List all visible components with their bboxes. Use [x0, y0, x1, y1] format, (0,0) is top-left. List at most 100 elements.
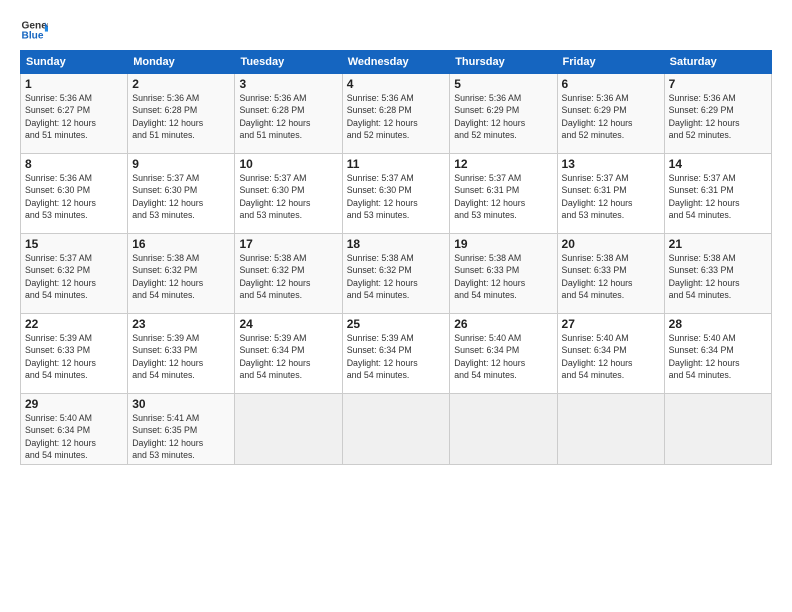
calendar-header-tuesday: Tuesday [235, 51, 342, 74]
calendar-cell: 17Sunrise: 5:38 AMSunset: 6:32 PMDayligh… [235, 234, 342, 314]
day-info: Sunrise: 5:38 AMSunset: 6:32 PMDaylight:… [239, 252, 337, 301]
day-info: Sunrise: 5:37 AMSunset: 6:30 PMDaylight:… [132, 172, 230, 221]
calendar-cell: 19Sunrise: 5:38 AMSunset: 6:33 PMDayligh… [450, 234, 557, 314]
day-info: Sunrise: 5:38 AMSunset: 6:32 PMDaylight:… [132, 252, 230, 301]
calendar-cell: 10Sunrise: 5:37 AMSunset: 6:30 PMDayligh… [235, 154, 342, 234]
calendar-cell: 5Sunrise: 5:36 AMSunset: 6:29 PMDaylight… [450, 74, 557, 154]
calendar-header-thursday: Thursday [450, 51, 557, 74]
page: General Blue SundayMondayTuesdayWednesda… [0, 0, 792, 612]
day-number: 12 [454, 157, 552, 171]
calendar-cell: 23Sunrise: 5:39 AMSunset: 6:33 PMDayligh… [128, 314, 235, 394]
day-number: 16 [132, 237, 230, 251]
day-info: Sunrise: 5:40 AMSunset: 6:34 PMDaylight:… [25, 412, 123, 461]
day-info: Sunrise: 5:40 AMSunset: 6:34 PMDaylight:… [562, 332, 660, 381]
day-number: 14 [669, 157, 767, 171]
calendar-cell: 2Sunrise: 5:36 AMSunset: 6:28 PMDaylight… [128, 74, 235, 154]
calendar-week-row: 8Sunrise: 5:36 AMSunset: 6:30 PMDaylight… [21, 154, 772, 234]
calendar-cell: 1Sunrise: 5:36 AMSunset: 6:27 PMDaylight… [21, 74, 128, 154]
calendar-cell: 4Sunrise: 5:36 AMSunset: 6:28 PMDaylight… [342, 74, 450, 154]
day-number: 29 [25, 397, 123, 411]
day-info: Sunrise: 5:36 AMSunset: 6:28 PMDaylight:… [239, 92, 337, 141]
day-number: 20 [562, 237, 660, 251]
day-info: Sunrise: 5:39 AMSunset: 6:33 PMDaylight:… [25, 332, 123, 381]
day-number: 27 [562, 317, 660, 331]
day-number: 15 [25, 237, 123, 251]
day-info: Sunrise: 5:38 AMSunset: 6:33 PMDaylight:… [669, 252, 767, 301]
calendar-week-row: 15Sunrise: 5:37 AMSunset: 6:32 PMDayligh… [21, 234, 772, 314]
day-number: 3 [239, 77, 337, 91]
calendar-cell: 14Sunrise: 5:37 AMSunset: 6:31 PMDayligh… [664, 154, 771, 234]
day-info: Sunrise: 5:37 AMSunset: 6:31 PMDaylight:… [562, 172, 660, 221]
day-number: 1 [25, 77, 123, 91]
calendar-cell: 11Sunrise: 5:37 AMSunset: 6:30 PMDayligh… [342, 154, 450, 234]
calendar-cell: 30Sunrise: 5:41 AMSunset: 6:35 PMDayligh… [128, 394, 235, 465]
calendar-cell [664, 394, 771, 465]
day-number: 6 [562, 77, 660, 91]
day-info: Sunrise: 5:36 AMSunset: 6:30 PMDaylight:… [25, 172, 123, 221]
day-info: Sunrise: 5:36 AMSunset: 6:29 PMDaylight:… [669, 92, 767, 141]
day-info: Sunrise: 5:39 AMSunset: 6:33 PMDaylight:… [132, 332, 230, 381]
calendar-week-row: 1Sunrise: 5:36 AMSunset: 6:27 PMDaylight… [21, 74, 772, 154]
calendar-cell: 25Sunrise: 5:39 AMSunset: 6:34 PMDayligh… [342, 314, 450, 394]
day-info: Sunrise: 5:36 AMSunset: 6:29 PMDaylight:… [454, 92, 552, 141]
day-number: 25 [347, 317, 446, 331]
calendar-header-wednesday: Wednesday [342, 51, 450, 74]
day-number: 18 [347, 237, 446, 251]
calendar-cell: 12Sunrise: 5:37 AMSunset: 6:31 PMDayligh… [450, 154, 557, 234]
calendar-cell: 18Sunrise: 5:38 AMSunset: 6:32 PMDayligh… [342, 234, 450, 314]
day-number: 19 [454, 237, 552, 251]
header: General Blue [20, 16, 772, 44]
calendar-cell: 15Sunrise: 5:37 AMSunset: 6:32 PMDayligh… [21, 234, 128, 314]
day-info: Sunrise: 5:41 AMSunset: 6:35 PMDaylight:… [132, 412, 230, 461]
calendar-header-saturday: Saturday [664, 51, 771, 74]
calendar-cell: 22Sunrise: 5:39 AMSunset: 6:33 PMDayligh… [21, 314, 128, 394]
logo-icon: General Blue [20, 16, 48, 44]
day-number: 4 [347, 77, 446, 91]
day-number: 5 [454, 77, 552, 91]
calendar-cell: 13Sunrise: 5:37 AMSunset: 6:31 PMDayligh… [557, 154, 664, 234]
day-info: Sunrise: 5:38 AMSunset: 6:33 PMDaylight:… [562, 252, 660, 301]
calendar-cell [450, 394, 557, 465]
day-info: Sunrise: 5:40 AMSunset: 6:34 PMDaylight:… [454, 332, 552, 381]
calendar-cell: 27Sunrise: 5:40 AMSunset: 6:34 PMDayligh… [557, 314, 664, 394]
day-info: Sunrise: 5:37 AMSunset: 6:32 PMDaylight:… [25, 252, 123, 301]
day-number: 22 [25, 317, 123, 331]
calendar-header-sunday: Sunday [21, 51, 128, 74]
day-number: 8 [25, 157, 123, 171]
calendar-cell: 20Sunrise: 5:38 AMSunset: 6:33 PMDayligh… [557, 234, 664, 314]
day-info: Sunrise: 5:37 AMSunset: 6:30 PMDaylight:… [347, 172, 446, 221]
day-number: 11 [347, 157, 446, 171]
day-number: 7 [669, 77, 767, 91]
calendar-cell [342, 394, 450, 465]
calendar-cell: 6Sunrise: 5:36 AMSunset: 6:29 PMDaylight… [557, 74, 664, 154]
day-number: 21 [669, 237, 767, 251]
svg-text:Blue: Blue [22, 31, 44, 42]
day-number: 9 [132, 157, 230, 171]
day-info: Sunrise: 5:37 AMSunset: 6:30 PMDaylight:… [239, 172, 337, 221]
calendar-cell: 16Sunrise: 5:38 AMSunset: 6:32 PMDayligh… [128, 234, 235, 314]
day-number: 10 [239, 157, 337, 171]
calendar-header-monday: Monday [128, 51, 235, 74]
day-number: 23 [132, 317, 230, 331]
calendar-cell: 7Sunrise: 5:36 AMSunset: 6:29 PMDaylight… [664, 74, 771, 154]
calendar-week-row: 29Sunrise: 5:40 AMSunset: 6:34 PMDayligh… [21, 394, 772, 465]
calendar-cell: 24Sunrise: 5:39 AMSunset: 6:34 PMDayligh… [235, 314, 342, 394]
calendar-table: SundayMondayTuesdayWednesdayThursdayFrid… [20, 50, 772, 465]
calendar-cell: 21Sunrise: 5:38 AMSunset: 6:33 PMDayligh… [664, 234, 771, 314]
day-number: 24 [239, 317, 337, 331]
calendar-cell [235, 394, 342, 465]
calendar-header-row: SundayMondayTuesdayWednesdayThursdayFrid… [21, 51, 772, 74]
calendar-cell: 8Sunrise: 5:36 AMSunset: 6:30 PMDaylight… [21, 154, 128, 234]
day-info: Sunrise: 5:36 AMSunset: 6:28 PMDaylight:… [132, 92, 230, 141]
day-info: Sunrise: 5:36 AMSunset: 6:29 PMDaylight:… [562, 92, 660, 141]
day-info: Sunrise: 5:37 AMSunset: 6:31 PMDaylight:… [669, 172, 767, 221]
day-info: Sunrise: 5:40 AMSunset: 6:34 PMDaylight:… [669, 332, 767, 381]
calendar-week-row: 22Sunrise: 5:39 AMSunset: 6:33 PMDayligh… [21, 314, 772, 394]
day-info: Sunrise: 5:39 AMSunset: 6:34 PMDaylight:… [347, 332, 446, 381]
day-number: 17 [239, 237, 337, 251]
calendar-cell: 28Sunrise: 5:40 AMSunset: 6:34 PMDayligh… [664, 314, 771, 394]
day-info: Sunrise: 5:39 AMSunset: 6:34 PMDaylight:… [239, 332, 337, 381]
day-info: Sunrise: 5:38 AMSunset: 6:33 PMDaylight:… [454, 252, 552, 301]
day-number: 13 [562, 157, 660, 171]
calendar-cell: 3Sunrise: 5:36 AMSunset: 6:28 PMDaylight… [235, 74, 342, 154]
